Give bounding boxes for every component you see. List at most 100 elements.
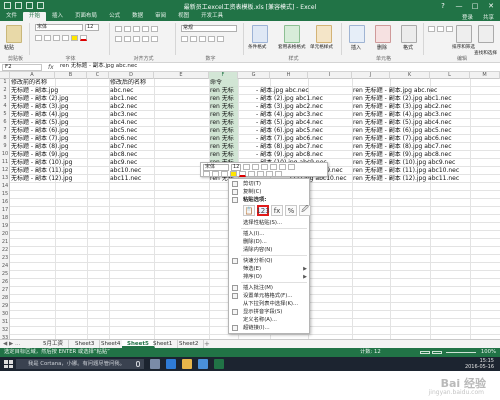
menu-item-filter[interactable]: 筛选(E) ▶ [229, 265, 311, 273]
row-header[interactable]: 32 [0, 327, 10, 333]
orientation-icon[interactable] [142, 25, 149, 32]
cell-header-after[interactable]: 修改后的名称 [110, 79, 146, 87]
align-bottom-icon[interactable] [133, 25, 140, 32]
row-header[interactable]: 30 [0, 311, 10, 317]
autosum-icon[interactable] [428, 25, 435, 32]
cell-command[interactable]: ren 无标 [210, 127, 238, 135]
paste-formatting-icon[interactable]: % [285, 205, 297, 216]
increase-decimal-icon[interactable] [257, 171, 264, 177]
cell-command-overflow[interactable]: - 副本 (9).jpg abc8.nec [256, 151, 352, 159]
cell-command-copy[interactable]: ren 无标题 - 副本 (12).jpg abc11.nec [353, 175, 499, 183]
border-icon[interactable] [62, 34, 69, 41]
row-header[interactable]: 8 [0, 135, 10, 141]
row-header[interactable]: 1 [0, 79, 10, 85]
row-header[interactable]: 22 [0, 247, 10, 253]
cell-command-copy[interactable]: ren 无标题 - 副本 (3).jpg abc2.nec [353, 103, 499, 111]
decrease-decimal-icon[interactable] [217, 35, 224, 42]
shrink-font-icon[interactable] [252, 164, 259, 170]
mini-font-combo[interactable]: 宋体 [203, 163, 229, 171]
cell-new-name[interactable]: abc1.nec [110, 95, 208, 103]
cell-command-overflow[interactable]: - 副本 (3).jpg abc2.nec [256, 103, 352, 111]
menu-item-copy[interactable]: 复制(C) [229, 188, 311, 196]
row-header[interactable]: 17 [0, 207, 10, 213]
cell-new-name[interactable]: abc3.nec [110, 111, 208, 119]
cell-command-overflow[interactable]: - 副本 (6).jpg abc5.nec [256, 127, 352, 135]
name-box[interactable]: F2 [2, 64, 42, 71]
view-normal-icon[interactable] [420, 351, 430, 354]
cell-command-copy[interactable]: ren 无标题 - 副本 (8).jpg abc7.nec [353, 143, 499, 151]
row-header[interactable]: 16 [0, 199, 10, 205]
cell-original-name[interactable]: 无标题 - 副本 (3).jpg [11, 103, 109, 111]
help-button[interactable]: ? [436, 1, 450, 11]
tab-insert[interactable]: 插入 [46, 12, 69, 21]
wrap-text-icon[interactable] [151, 25, 158, 32]
grow-font-icon[interactable] [243, 164, 250, 170]
bold-icon[interactable] [203, 171, 210, 177]
formula-input[interactable]: ren 无标题 - 副本.jpg abc.nec [60, 63, 496, 71]
cell-new-name[interactable]: abc11.nec [110, 175, 208, 183]
cell-command-overflow[interactable]: - 副本 (8).jpg abc7.nec [256, 143, 352, 151]
row-header[interactable]: 15 [0, 191, 10, 197]
column-header[interactable]: D [109, 72, 154, 79]
currency-icon[interactable] [261, 164, 268, 170]
sign-in-link[interactable]: 登录 [462, 13, 473, 21]
table-format-icon[interactable] [284, 25, 300, 43]
merge-center-icon[interactable] [151, 35, 158, 42]
font-color-icon[interactable] [80, 34, 87, 41]
column-header[interactable]: B [55, 72, 87, 79]
row-header[interactable]: 12 [0, 167, 10, 173]
menu-item-show-phonetic[interactable]: 显示拼音字段(S) [229, 308, 311, 316]
cell-command-overflow[interactable]: - 副本.jpg abc.nec [256, 87, 352, 95]
row-header[interactable]: 10 [0, 151, 10, 157]
cell-command[interactable]: ren 无标 [210, 119, 238, 127]
format-painter-icon[interactable] [288, 164, 295, 170]
cell-new-name[interactable]: abc.nec [110, 87, 208, 95]
cell-original-name[interactable]: 无标题 - 副本 (12).jpg [11, 175, 109, 183]
align-middle-icon[interactable] [124, 25, 131, 32]
conditional-format-icon[interactable] [252, 25, 268, 43]
minimize-button[interactable]: — [452, 1, 466, 11]
fill-color-icon[interactable] [230, 171, 237, 177]
indent-icon[interactable] [142, 35, 149, 42]
comma-icon[interactable] [279, 164, 286, 170]
cell-command-copy[interactable]: ren 无标题 - 副本 (2).jpg abc1.nec [353, 95, 499, 103]
row-header[interactable]: 14 [0, 183, 10, 189]
delete-cells-icon[interactable] [375, 25, 391, 43]
menu-item-clear-contents[interactable]: 清除内容(N) [229, 246, 311, 254]
zoom-level[interactable]: 100% [481, 348, 496, 357]
paste-formulas-icon[interactable]: fx [271, 205, 283, 216]
column-header[interactable]: E [154, 72, 209, 79]
cell-style-icon[interactable] [316, 25, 332, 43]
bold-icon[interactable] [35, 34, 42, 41]
column-header[interactable]: C [87, 72, 109, 79]
sheet-tab[interactable]: 5月工资 [38, 340, 69, 348]
cell-new-name[interactable]: abc6.nec [110, 135, 208, 143]
currency-icon[interactable] [181, 35, 188, 42]
column-header[interactable]: L [430, 72, 470, 79]
cell-command-overflow[interactable]: - 副本 (7).jpg abc6.nec [256, 135, 352, 143]
row-header[interactable]: 28 [0, 295, 10, 301]
cell-command[interactable]: ren 无标 [210, 151, 238, 159]
menu-item-paste-special[interactable]: 选择性粘贴(S)... [229, 219, 311, 227]
cell-original-name[interactable]: 无标题 - 副本 (7).jpg [11, 135, 109, 143]
find-select-icon[interactable] [478, 25, 494, 43]
menu-item-insert-comment[interactable]: 插入批注(M) [229, 284, 311, 292]
column-header[interactable]: G [238, 72, 270, 79]
column-header-selected[interactable]: F [209, 72, 238, 79]
cell-command-copy[interactable]: ren 无标题 - 副本 (7).jpg abc6.nec [353, 135, 499, 143]
microphone-icon[interactable] [136, 361, 140, 367]
windows-start-icon[interactable] [4, 360, 13, 368]
menu-item-define-name[interactable]: 定义名称(A)... [229, 316, 311, 324]
decrease-decimal-icon[interactable] [266, 171, 273, 177]
sheet-tab[interactable]: Sheet2 [174, 340, 205, 348]
cell-original-name[interactable]: 无标题 - 副本 (6).jpg [11, 127, 109, 135]
paintbrush-icon[interactable] [275, 171, 282, 177]
number-format-combo[interactable]: 常规 [181, 25, 237, 32]
underline-icon[interactable] [53, 34, 60, 41]
clock-date[interactable]: 2016-05-16 [465, 364, 494, 370]
cell-command-copy[interactable]: ren 无标题 - 副本 (6).jpg abc5.nec [353, 127, 499, 135]
menu-item-delete[interactable]: 删除(D)... [229, 238, 311, 246]
cell-command-copy[interactable]: ren 无标题 - 副本.jpg abc.nec [353, 87, 499, 95]
column-header[interactable]: A [10, 72, 55, 79]
tab-file[interactable]: 文件 [0, 12, 23, 21]
